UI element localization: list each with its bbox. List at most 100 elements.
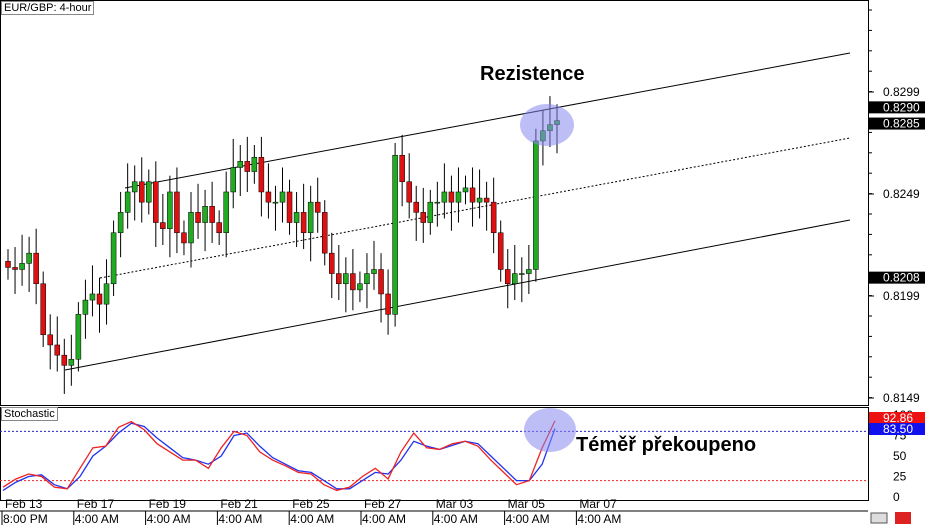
date-label: Mar 07	[579, 497, 617, 511]
candle	[103, 283, 110, 305]
candle	[12, 267, 18, 270]
candle	[350, 273, 356, 291]
candle	[462, 187, 469, 193]
candle	[307, 201, 314, 234]
candle	[160, 222, 166, 229]
date-label: Feb 13	[5, 497, 43, 511]
candle	[202, 205, 208, 223]
chart-window: 0.8299 0.8249 0.8199 0.8149 0.8290 0.8285 0.82…	[0, 0, 925, 525]
candle	[216, 222, 222, 234]
candle	[153, 181, 159, 223]
date-label: Feb 27	[364, 497, 402, 511]
candle	[5, 261, 11, 268]
candle	[519, 273, 525, 275]
candle	[223, 191, 229, 234]
date-label: Feb 19	[149, 497, 187, 511]
candle	[61, 354, 68, 366]
overbought-label: Téměř překoupeno	[576, 434, 757, 456]
candle	[406, 181, 412, 203]
candle	[392, 154, 398, 315]
zoom-icon	[870, 512, 888, 524]
candle	[476, 197, 483, 203]
time-label: 8:00 PM	[3, 512, 48, 525]
date-label: Mar 03	[436, 497, 474, 511]
candle	[385, 293, 391, 315]
candle	[357, 283, 363, 291]
candle	[420, 212, 427, 223]
candle	[533, 140, 539, 270]
candle	[209, 205, 215, 223]
candle	[230, 167, 236, 193]
candle	[336, 273, 342, 285]
candle	[174, 191, 180, 234]
candle	[427, 201, 434, 223]
time-label: 4:00 AM	[290, 512, 334, 525]
time-label: 4:00 AM	[506, 512, 550, 525]
candle	[455, 191, 462, 203]
candle	[441, 191, 448, 203]
date-label: Feb 25	[292, 497, 330, 511]
time-label: 4:00 AM	[75, 512, 119, 525]
date-label: Feb 21	[220, 497, 258, 511]
candle	[469, 187, 476, 203]
candle	[237, 161, 244, 168]
candle	[19, 263, 25, 270]
stochastic-tick-label: 50	[893, 449, 907, 463]
candle	[54, 344, 61, 356]
stochastic-title: Stochastic	[1, 407, 58, 421]
candle	[244, 161, 251, 172]
main-panel-frame	[0, 0, 869, 406]
candle	[167, 191, 173, 229]
price-tick-label: 0.8299	[883, 85, 920, 99]
price-marker-label: 0.8208	[883, 271, 920, 285]
chart-title: EUR/GBP: 4-hour	[1, 1, 95, 15]
candle	[329, 252, 335, 274]
price-tick-label: 0.8149	[883, 391, 920, 405]
date-label: Feb 17	[77, 497, 115, 511]
candle	[483, 197, 490, 203]
candle	[413, 201, 419, 213]
candle	[33, 252, 39, 285]
stochastic-d-value: 83.50	[883, 422, 913, 436]
candle	[321, 212, 328, 254]
candle	[343, 273, 349, 285]
candle	[117, 212, 124, 234]
candle	[188, 212, 194, 244]
candle	[434, 201, 441, 204]
candle	[448, 191, 455, 203]
candle	[293, 212, 300, 223]
candle	[110, 232, 117, 285]
candle	[146, 181, 152, 203]
time-label: 4:00 AM	[434, 512, 478, 525]
time-label: 4:00 AM	[362, 512, 406, 525]
candle	[512, 273, 518, 285]
candle	[371, 269, 377, 274]
candle	[378, 269, 384, 295]
candle	[399, 154, 405, 183]
time-label: 4:00 AM	[218, 512, 262, 525]
price-marker-label: 0.8285	[883, 117, 920, 131]
candle	[96, 293, 103, 305]
candle	[300, 212, 307, 234]
candle	[497, 232, 504, 270]
candle	[364, 273, 370, 285]
price-tick-label: 0.8199	[883, 289, 920, 303]
candle	[265, 191, 272, 203]
candle	[504, 269, 511, 285]
candle	[195, 212, 201, 223]
candle	[47, 334, 53, 346]
candle	[89, 293, 96, 301]
chart-canvas[interactable]: 0.8299 0.8249 0.8199 0.8149 0.8290 0.8285 0.82…	[0, 0, 925, 525]
candle	[40, 283, 46, 336]
resistance-highlight	[520, 104, 574, 146]
candle	[131, 181, 138, 193]
time-label: 4:00 AM	[577, 512, 621, 525]
candle	[26, 252, 32, 264]
price-marker-label: 0.8290	[883, 100, 920, 114]
candle	[68, 358, 75, 366]
candle	[124, 191, 131, 213]
candle	[75, 314, 82, 360]
time-label: 4:00 AM	[147, 512, 191, 525]
overbought-highlight	[524, 408, 576, 452]
candle	[279, 191, 286, 203]
